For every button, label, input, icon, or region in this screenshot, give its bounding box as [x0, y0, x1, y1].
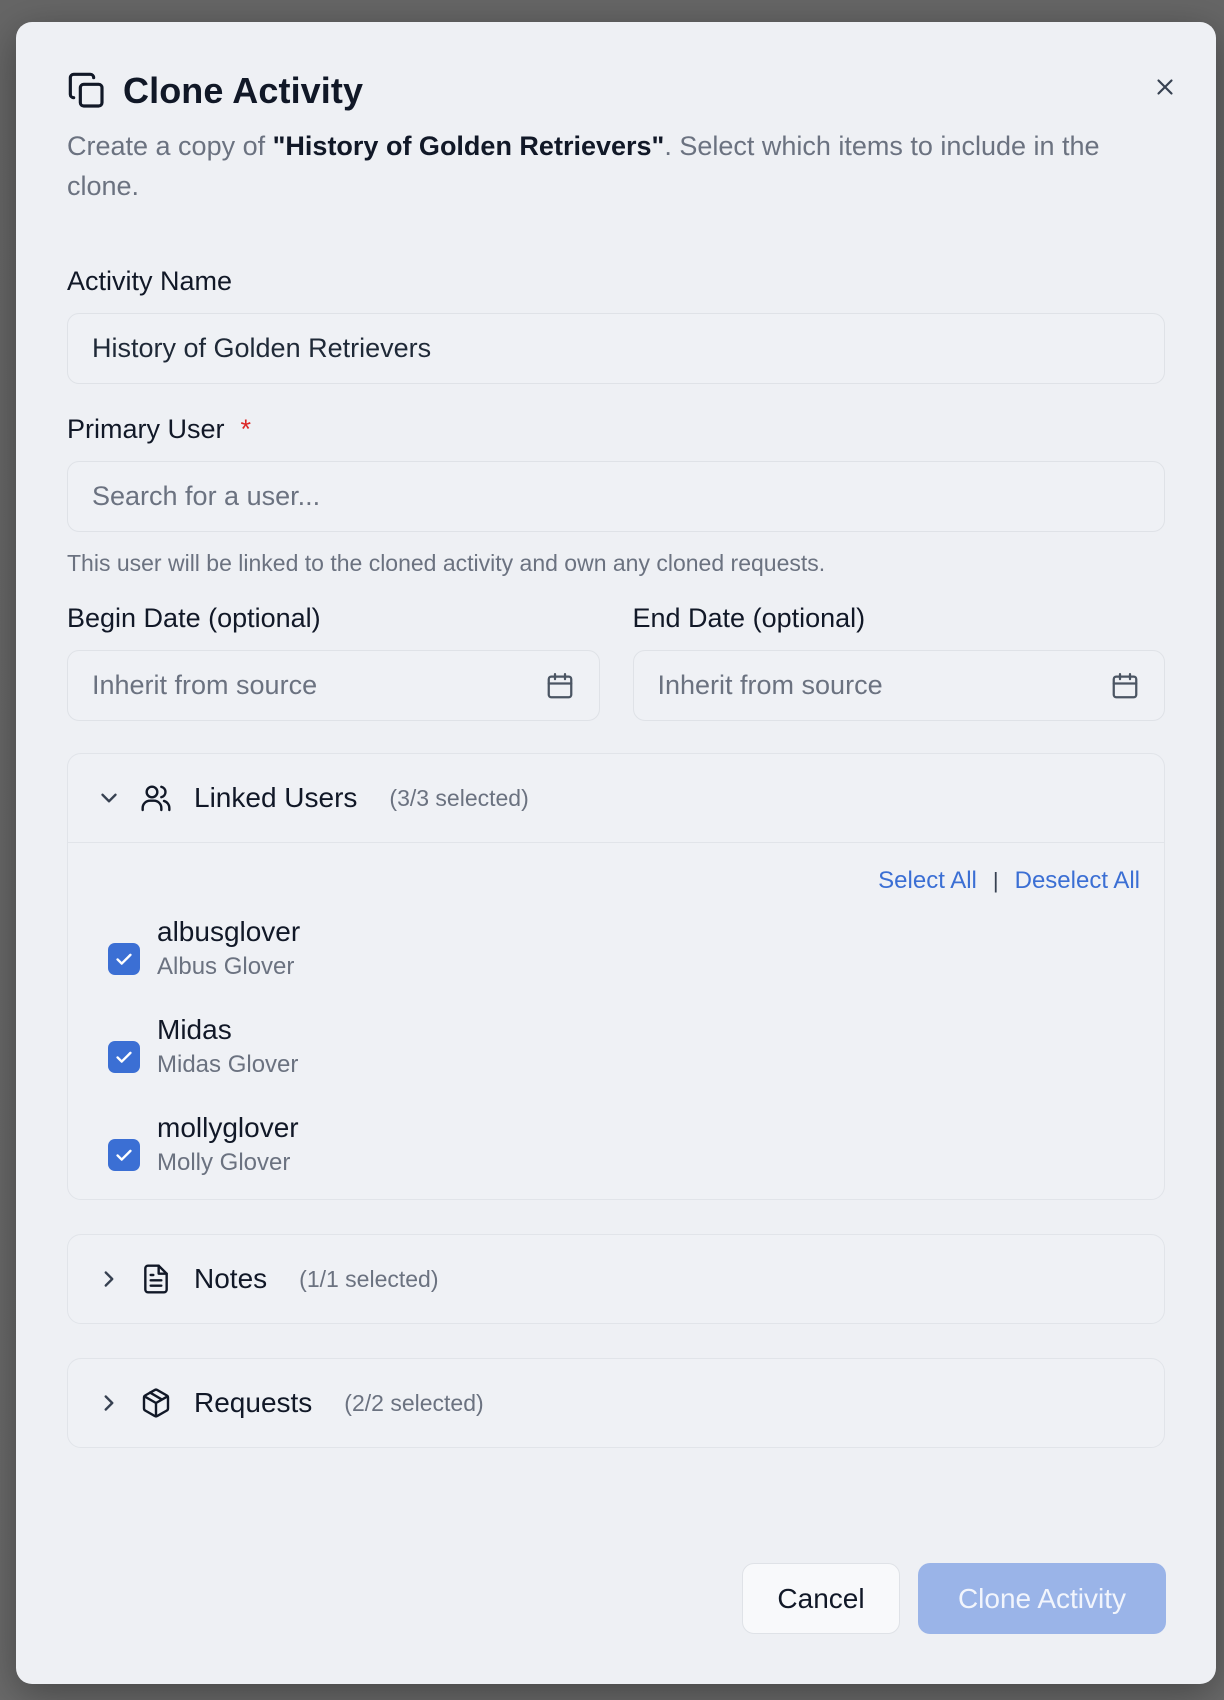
cancel-button[interactable]: Cancel	[742, 1563, 900, 1634]
deselect-all-link[interactable]: Deselect All	[1015, 867, 1140, 895]
check-icon	[116, 953, 132, 965]
user-username: mollyglover	[157, 1112, 299, 1143]
end-date-input[interactable]: Inherit from source	[632, 650, 1165, 721]
notes-section: Notes (1/1 selected)	[67, 1234, 1165, 1324]
check-icon	[116, 1051, 132, 1063]
user-checkbox[interactable]	[108, 943, 140, 975]
list-item: mollyglover Molly Glover	[108, 1111, 1140, 1179]
list-item: albusglover Albus Glover	[108, 915, 1140, 983]
linked-users-list: Select All | Deselect All albusglover Al…	[68, 842, 1164, 1199]
user-full-name: Midas Glover	[157, 1051, 299, 1078]
file-text-icon	[144, 1264, 168, 1294]
user-full-name: Albus Glover	[157, 953, 295, 980]
user-info: Midas Midas Glover	[157, 1013, 298, 1081]
requests-section: Requests (2/2 selected)	[67, 1358, 1165, 1448]
activity-name-label: Activity Name	[67, 266, 1165, 297]
begin-date-field: Begin Date (optional) Inherit from sourc…	[67, 603, 600, 721]
required-marker: *	[240, 414, 252, 444]
primary-user-label: Primary User *	[67, 414, 1165, 445]
requests-count: (2/2 selected)	[344, 1389, 484, 1416]
chevron-right-icon	[104, 1271, 114, 1287]
chevron-right-icon	[104, 1395, 114, 1411]
check-icon	[116, 1149, 132, 1161]
activity-name-input[interactable]: History of Golden Retrievers	[67, 313, 1165, 384]
package-icon	[142, 1388, 170, 1418]
user-username: Midas	[157, 1014, 232, 1045]
primary-user-label-text: Primary User	[67, 414, 225, 444]
primary-user-hint: This user will be linked to the cloned a…	[67, 550, 826, 576]
user-username: albusglover	[157, 916, 301, 947]
clone-activity-dialog: Clone Activity Create a copy of "History…	[16, 22, 1216, 1684]
end-date-placeholder: Inherit from source	[657, 670, 883, 700]
begin-date-placeholder: Inherit from source	[92, 670, 318, 700]
user-info: mollyglover Molly Glover	[157, 1111, 299, 1179]
dialog-footer: Cancel Clone Activity	[742, 1563, 1166, 1634]
select-all-link[interactable]: Select All	[878, 867, 977, 895]
requests-title: Requests	[194, 1387, 313, 1418]
primary-user-placeholder: Search for a user...	[92, 481, 321, 511]
description-activity-name: "History of Golden Retrievers"	[272, 131, 665, 161]
linked-users-title: Linked Users	[194, 782, 358, 813]
dialog-header: Clone Activity	[67, 22, 1165, 112]
list-item: Midas Midas Glover	[108, 1013, 1140, 1081]
calendar-icon[interactable]	[545, 671, 575, 701]
begin-date-input[interactable]: Inherit from source	[67, 650, 600, 721]
close-button[interactable]	[1150, 72, 1180, 102]
linked-users-count: (3/3 selected)	[389, 784, 529, 811]
description-prefix: Create a copy of	[67, 131, 273, 161]
activity-name-value: History of Golden Retrievers	[92, 333, 432, 363]
user-full-name: Molly Glover	[157, 1149, 291, 1176]
close-icon	[1157, 79, 1173, 95]
notes-toggle[interactable]: Notes (1/1 selected)	[68, 1235, 1164, 1323]
begin-date-label: Begin Date (optional)	[67, 603, 321, 633]
end-date-field: End Date (optional) Inherit from source	[632, 603, 1165, 721]
date-fields-row: Begin Date (optional) Inherit from sourc…	[67, 603, 1165, 721]
activity-name-label-text: Activity Name	[67, 266, 233, 296]
user-info: albusglover Albus Glover	[157, 915, 300, 983]
dialog-title: Clone Activity	[123, 70, 364, 111]
linked-users-toggle[interactable]: Linked Users (3/3 selected)	[68, 754, 1164, 842]
linked-users-section: Linked Users (3/3 selected) Select All |…	[67, 753, 1165, 1200]
selection-actions: Select All | Deselect All	[108, 867, 1140, 895]
copy-icon	[68, 72, 104, 108]
chevron-down-icon	[101, 793, 117, 803]
users-icon	[141, 785, 171, 812]
notes-title: Notes	[194, 1263, 268, 1294]
user-checkbox[interactable]	[108, 1041, 140, 1073]
dialog-description: Create a copy of "History of Golden Retr…	[67, 126, 1165, 206]
calendar-icon[interactable]	[1110, 671, 1140, 701]
requests-toggle[interactable]: Requests (2/2 selected)	[68, 1359, 1164, 1447]
end-date-label: End Date (optional)	[632, 603, 866, 633]
primary-user-search-input[interactable]: Search for a user...	[67, 461, 1165, 532]
notes-count: (1/1 selected)	[299, 1265, 439, 1292]
clone-activity-button[interactable]: Clone Activity	[918, 1563, 1166, 1634]
selection-separator: |	[992, 868, 999, 893]
user-checkbox[interactable]	[108, 1139, 140, 1171]
